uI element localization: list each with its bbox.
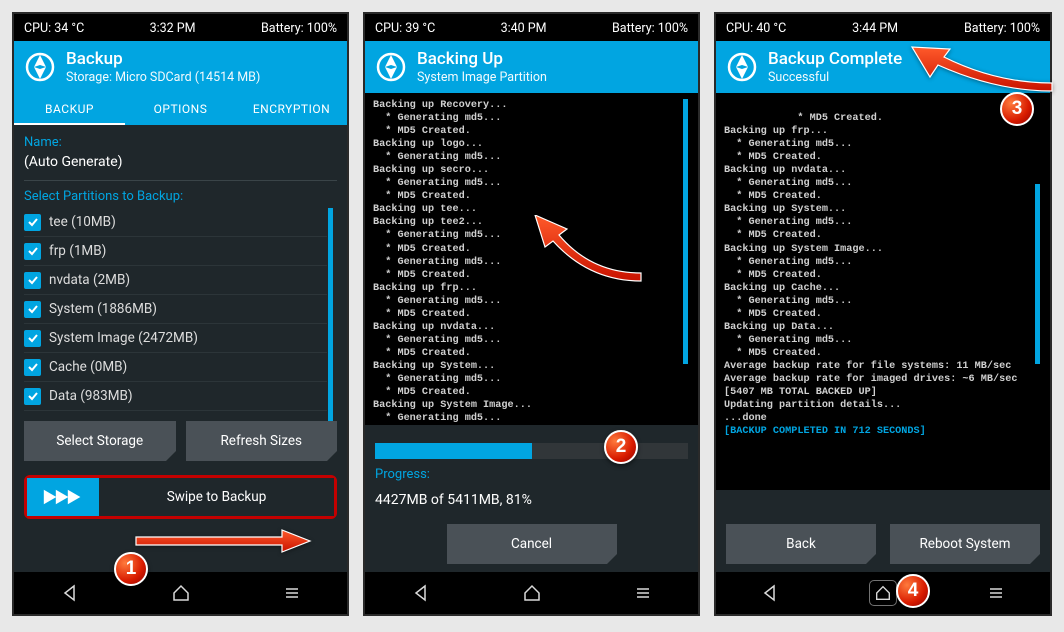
twrp-logo-icon xyxy=(375,51,407,83)
header-subtitle: System Image Partition xyxy=(417,70,547,85)
partition-row[interactable]: Data (983MB) xyxy=(24,382,327,411)
header-subtitle: Successful xyxy=(768,70,902,85)
swipe-to-backup[interactable]: Swipe to Backup xyxy=(24,475,337,519)
partition-label: System (1886MB) xyxy=(49,301,157,317)
header-title: Backup Complete xyxy=(768,49,902,69)
nav-home-icon[interactable] xyxy=(171,583,191,603)
name-label: Name: xyxy=(24,135,337,150)
annotation-badge-2: 2 xyxy=(604,430,638,464)
status-cpu: CPU: 39 °C xyxy=(375,21,435,36)
header: Backing Up System Image Partition xyxy=(365,41,698,93)
partition-row[interactable]: nvdata (2MB) xyxy=(24,266,327,295)
status-time: 3:32 PM xyxy=(150,21,196,36)
screen-2: CPU: 39 °C 3:40 PM Battery: 100% Backing… xyxy=(363,12,700,616)
status-time: 3:44 PM xyxy=(852,21,898,36)
status-time: 3:40 PM xyxy=(501,21,547,36)
cancel-button[interactable]: Cancel xyxy=(447,524,617,564)
checkbox-icon[interactable] xyxy=(24,359,41,376)
nav-back-icon[interactable] xyxy=(60,583,80,603)
partitions-label: Select Partitions to Backup: xyxy=(24,189,337,204)
header-title: Backup xyxy=(66,49,260,69)
nav-home-icon[interactable] xyxy=(869,580,897,606)
status-bar: CPU: 39 °C 3:40 PM Battery: 100% xyxy=(365,14,698,41)
swipe-handle-icon[interactable] xyxy=(27,478,99,516)
nav-menu-icon[interactable] xyxy=(282,583,302,603)
status-bar: CPU: 40 °C 3:44 PM Battery: 100% xyxy=(716,14,1050,41)
annotation-badge-3: 3 xyxy=(1000,92,1034,126)
nav-bar xyxy=(14,572,347,614)
annotation-arrow-3 xyxy=(906,45,1056,99)
twrp-logo-icon xyxy=(726,51,758,83)
status-battery: Battery: 100% xyxy=(261,21,337,36)
partition-label: nvdata (2MB) xyxy=(49,272,130,288)
progress-bar xyxy=(375,443,688,459)
header: Backup Complete Successful xyxy=(716,41,1050,93)
log-text: * MD5 Created. Backing up frp... * Gener… xyxy=(724,113,1017,424)
annotation-badge-1: 1 xyxy=(114,552,148,586)
partition-label: Cache (0MB) xyxy=(49,359,127,375)
select-storage-button[interactable]: Select Storage xyxy=(24,421,176,461)
status-battery: Battery: 100% xyxy=(964,21,1040,36)
checkbox-icon[interactable] xyxy=(24,388,41,405)
tab-encryption[interactable]: ENCRYPTION xyxy=(236,93,347,125)
screen-1: CPU: 34 °C 3:32 PM Battery: 100% Backup … xyxy=(12,12,349,616)
log-done: [BACKUP COMPLETED IN 712 SECONDS] xyxy=(724,426,926,437)
partition-row[interactable]: System Image (2472MB) xyxy=(24,324,327,353)
backup-log: * MD5 Created. Backing up frp... * Gener… xyxy=(724,99,1042,451)
progress-label: Progress: xyxy=(375,467,688,482)
tab-backup[interactable]: BACKUP xyxy=(14,93,125,125)
checkbox-icon[interactable] xyxy=(24,272,41,289)
scroll-indicator[interactable] xyxy=(1035,184,1040,364)
checkbox-icon[interactable] xyxy=(24,243,41,260)
nav-menu-icon[interactable] xyxy=(633,583,653,603)
twrp-logo-icon xyxy=(24,51,56,83)
nav-bar xyxy=(365,572,698,614)
status-cpu: CPU: 40 °C xyxy=(726,21,786,36)
header: Backup Storage: Micro SDCard (14514 MB) xyxy=(14,41,347,93)
nav-menu-icon[interactable] xyxy=(986,583,1006,603)
partition-row[interactable]: tee (10MB) xyxy=(24,208,327,237)
header-title: Backing Up xyxy=(417,49,547,69)
checkbox-icon[interactable] xyxy=(24,330,41,347)
partition-row[interactable]: frp (1MB) xyxy=(24,237,327,266)
reboot-system-button[interactable]: Reboot System xyxy=(890,524,1040,564)
annotation-arrow-2 xyxy=(531,215,661,289)
tab-options[interactable]: OPTIONS xyxy=(125,93,236,125)
annotation-arrow-1 xyxy=(134,528,314,558)
partition-label: System Image (2472MB) xyxy=(49,330,198,346)
partition-row[interactable]: Cache (0MB) xyxy=(24,353,327,382)
partition-row[interactable]: System (1886MB) xyxy=(24,295,327,324)
scroll-indicator[interactable] xyxy=(683,99,688,364)
progress-text: 4427MB of 5411MB, 81% xyxy=(375,492,688,508)
partition-label: frp (1MB) xyxy=(49,243,106,259)
checkbox-icon[interactable] xyxy=(24,214,41,231)
refresh-sizes-button[interactable]: Refresh Sizes xyxy=(186,421,338,461)
scroll-indicator[interactable] xyxy=(328,208,333,428)
nav-bar xyxy=(716,572,1050,614)
nav-back-icon[interactable] xyxy=(760,583,780,603)
back-button[interactable]: Back xyxy=(726,524,876,564)
status-bar: CPU: 34 °C 3:32 PM Battery: 100% xyxy=(14,14,347,41)
nav-home-icon[interactable] xyxy=(522,583,542,603)
status-battery: Battery: 100% xyxy=(612,21,688,36)
name-value[interactable]: (Auto Generate) xyxy=(24,154,337,170)
tabs: BACKUP OPTIONS ENCRYPTION xyxy=(14,93,347,125)
swipe-label: Swipe to Backup xyxy=(99,489,334,505)
status-cpu: CPU: 34 °C xyxy=(24,21,84,36)
annotation-badge-4: 4 xyxy=(896,574,930,608)
partition-label: tee (10MB) xyxy=(49,214,116,230)
nav-back-icon[interactable] xyxy=(411,583,431,603)
header-subtitle: Storage: Micro SDCard (14514 MB) xyxy=(66,70,260,85)
screen-3: CPU: 40 °C 3:44 PM Battery: 100% Backup … xyxy=(714,12,1052,616)
partition-label: Data (983MB) xyxy=(49,388,133,404)
checkbox-icon[interactable] xyxy=(24,301,41,318)
